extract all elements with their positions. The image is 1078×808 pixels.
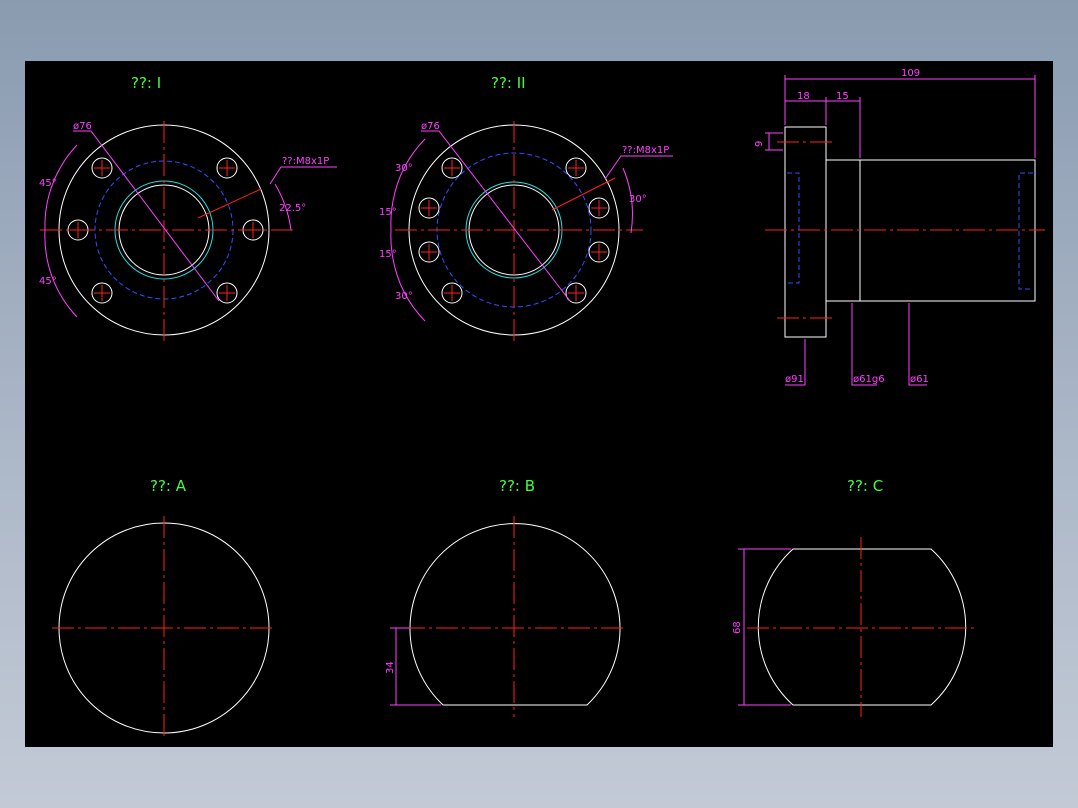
section-c: ??: C 68 bbox=[732, 477, 975, 717]
view-2-angle-15-down: 15° bbox=[379, 249, 397, 260]
side-dim-18: 18 bbox=[797, 91, 810, 102]
dia-leader bbox=[421, 130, 571, 302]
side-dim-d61g6: ø61g6 bbox=[853, 374, 885, 385]
view-2-angle-15-up: 15° bbox=[379, 207, 397, 218]
thread-leader bbox=[551, 177, 616, 211]
view-2-thread-label: ??:M8x1P bbox=[622, 145, 669, 156]
side-dim-9: 9 bbox=[754, 141, 765, 147]
view-2-angle-right: 30° bbox=[629, 194, 647, 205]
view-2-dia-label: ø76 bbox=[421, 121, 440, 132]
thread-callout bbox=[269, 166, 337, 185]
hidden-line bbox=[1018, 172, 1033, 290]
view-4-title: ??: B bbox=[499, 477, 535, 495]
section-b: ??: B 34 bbox=[385, 477, 625, 717]
thread-callout bbox=[604, 155, 673, 180]
angle-arc-30-bottom bbox=[392, 258, 426, 322]
view-3-title: ??: A bbox=[150, 477, 187, 495]
view-1-thread-label: ??:M8x1P bbox=[282, 156, 329, 167]
leader-d61 bbox=[908, 303, 927, 386]
view-2-title: ??: II bbox=[491, 74, 526, 92]
side-dim-15: 15 bbox=[836, 91, 849, 102]
thread-leader bbox=[197, 188, 262, 219]
view-2-angle-30-top: 30° bbox=[395, 163, 413, 174]
section-a: ??: A bbox=[52, 477, 275, 739]
side-view: 109 18 15 9 ø91 ø61g6 ø61 bbox=[754, 68, 1045, 386]
flange-side bbox=[784, 126, 827, 338]
section-b-dim-34: 34 bbox=[385, 661, 396, 674]
angle-arc-bottom bbox=[44, 229, 78, 318]
view-5-title: ??: C bbox=[847, 477, 883, 495]
view-1-title: ??: I bbox=[131, 74, 161, 92]
drawing-viewport[interactable]: ??: I ø76 ??:M8x1P 45° 45° 22.5° ??: II bbox=[25, 61, 1053, 747]
section-c-outline bbox=[757, 548, 967, 706]
leader-d61g6 bbox=[851, 303, 877, 386]
view-2-front: ??: II ø76 ??:M8x1P 30° 15° 15° 30° 30° bbox=[379, 74, 673, 341]
section-b-outline bbox=[409, 523, 621, 706]
side-dim-d61: ø61 bbox=[910, 374, 929, 385]
view-1-angle-bottom: 45° bbox=[39, 276, 57, 287]
side-dim-109: 109 bbox=[901, 68, 920, 79]
section-c-dim-68: 68 bbox=[732, 621, 743, 634]
view-1-dia-label: ø76 bbox=[73, 121, 92, 132]
side-dim-d91: ø91 bbox=[785, 374, 804, 385]
view-1-angle-top: 45° bbox=[39, 178, 57, 189]
view-1-front: ??: I ø76 ??:M8x1P 45° 45° 22.5° bbox=[39, 74, 337, 341]
cad-drawing: ??: I ø76 ??:M8x1P 45° 45° 22.5° ??: II bbox=[39, 68, 1045, 739]
view-2-angle-30-bottom: 30° bbox=[395, 291, 413, 302]
view-1-angle-right: 22.5° bbox=[279, 203, 306, 214]
hidden-line bbox=[787, 172, 800, 284]
